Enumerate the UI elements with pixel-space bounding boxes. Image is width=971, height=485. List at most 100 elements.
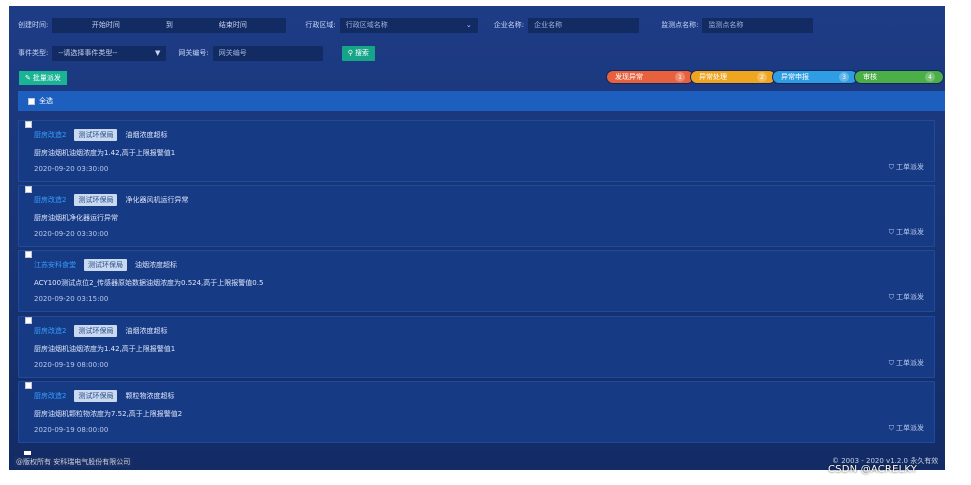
- region-label: 行政区域:: [305, 21, 336, 29]
- company-link[interactable]: 厨房改造2: [34, 326, 66, 336]
- step-label: 发现异常: [615, 73, 643, 81]
- step-label: 异常处理: [699, 73, 727, 81]
- event-time: 2020-09-19 08:00:00: [34, 361, 109, 369]
- agency-tag: 测试环保局: [74, 129, 118, 141]
- dispatch-button[interactable]: ⛉ 工单派发: [889, 162, 924, 172]
- step-found-anomaly[interactable]: 发现异常 1: [606, 70, 694, 84]
- start-time-input[interactable]: 开始时间: [52, 20, 159, 30]
- agency-tag: 测试环保局: [74, 325, 118, 337]
- event-checkbox[interactable]: [25, 317, 32, 324]
- dispatch-button[interactable]: ⛉ 工单派发: [889, 227, 924, 237]
- event-type-select[interactable]: --请选择事件类型-- ▼: [52, 45, 167, 61]
- company-link[interactable]: 厨房改造2: [34, 391, 66, 401]
- event-type: 油烟浓度超标: [125, 327, 168, 335]
- step-number: 1: [675, 72, 685, 82]
- step-number: 4: [925, 72, 935, 82]
- gateway-label: 网关编号:: [178, 49, 209, 57]
- cart-icon: ⛉: [888, 358, 894, 367]
- event-checkbox[interactable]: [25, 121, 32, 128]
- event-time: 2020-09-20 03:30:00: [34, 230, 109, 238]
- watermark: CSDN @ACRELKY: [828, 464, 918, 475]
- company-link[interactable]: 厨房改造2: [34, 195, 66, 205]
- agency-tag: 测试环保局: [74, 194, 118, 206]
- event-card: 厨房改造2 测试环保局 油烟浓度超标 厨房油烟机油烟浓度为1.42,高于上限报警…: [18, 120, 935, 182]
- region-select-value: 行政区域名称: [345, 21, 388, 29]
- event-type: 净化器风机运行异常: [125, 196, 189, 204]
- event-description: 厨房油烟机油烟浓度为1.42,高于上限报警值1: [34, 149, 176, 157]
- step-label: 异常申报: [781, 73, 809, 81]
- date-range-separator: 到: [165, 21, 173, 29]
- batch-dispatch-label: 批量派发: [32, 74, 61, 82]
- chevron-down-icon: ⌄: [465, 21, 472, 29]
- cart-icon: ⛉: [888, 423, 894, 432]
- step-handle-anomaly[interactable]: 异常处理 2: [690, 70, 776, 84]
- create-time-label: 创建时间:: [18, 21, 49, 29]
- company-input[interactable]: 企业名称: [528, 17, 640, 33]
- event-time: 2020-09-20 03:30:00: [34, 165, 109, 173]
- search-button[interactable]: ⚲ 搜索: [341, 45, 375, 61]
- filter-row-2: 事件类型: --请选择事件类型-- ▼ 网关编号: 网关编号 ⚲ 搜索: [18, 43, 375, 63]
- cart-icon: ⛉: [888, 227, 894, 236]
- step-report-anomaly[interactable]: 异常申报 3: [772, 70, 858, 84]
- dispatch-button[interactable]: ⛉ 工单派发: [889, 423, 924, 433]
- select-all-bar: 全选: [18, 91, 945, 111]
- event-description: 厨房油烟机净化器运行异常: [34, 214, 118, 222]
- agency-tag: 测试环保局: [74, 390, 118, 402]
- company-link[interactable]: 厨房改造2: [34, 130, 66, 140]
- event-description: 厨房油烟机颗粒物浓度为7.52,高于上限报警值2: [34, 410, 183, 418]
- event-type: 油烟浓度超标: [135, 261, 177, 269]
- cart-icon: ⛉: [888, 162, 894, 171]
- step-review[interactable]: 审核 4: [854, 70, 944, 84]
- dispatch-label: 工单派发: [896, 293, 924, 301]
- step-number: 2: [757, 72, 767, 82]
- copyright-left: @版权所有 安科瑞电气股份有限公司: [14, 457, 133, 467]
- region-select[interactable]: 行政区域名称 ⌄: [339, 17, 478, 33]
- event-type: 油烟浓度超标: [125, 131, 168, 139]
- date-range-picker[interactable]: 开始时间 到 结束时间: [52, 17, 287, 33]
- next-item-checkbox[interactable]: [24, 451, 31, 455]
- status-steps: 发现异常 1 异常处理 2 异常申报 3 审核 4: [606, 70, 944, 84]
- dispatch-button[interactable]: ⛉ 工单派发: [889, 358, 924, 368]
- filter-row-1: 创建时间: 开始时间 到 结束时间 行政区域: 行政区域名称 ⌄ 企业名称: 企…: [18, 15, 814, 35]
- company-input-placeholder: 企业名称: [534, 21, 563, 29]
- step-number: 3: [839, 72, 849, 82]
- dispatch-button[interactable]: ⛉ 工单派发: [889, 292, 924, 302]
- event-card: 厨房改造2 测试环保局 净化器风机运行异常 厨房油烟机净化器运行异常 2020-…: [18, 185, 935, 247]
- event-checkbox[interactable]: [25, 382, 32, 389]
- select-all-checkbox[interactable]: [28, 97, 35, 105]
- batch-dispatch-button[interactable]: ✎ 批量派发: [19, 71, 67, 85]
- step-label: 审核: [863, 73, 877, 81]
- event-type-select-value: --请选择事件类型--: [58, 49, 118, 57]
- monitor-label: 监测点名称:: [661, 21, 699, 29]
- event-checkbox[interactable]: [25, 186, 32, 193]
- event-type: 颗粒物浓度超标: [125, 392, 175, 400]
- gateway-input[interactable]: 网关编号: [212, 45, 323, 61]
- gateway-input-placeholder: 网关编号: [218, 49, 247, 57]
- end-time-input[interactable]: 结束时间: [179, 20, 286, 30]
- event-checkbox[interactable]: [25, 251, 32, 258]
- search-button-label: 搜索: [354, 49, 369, 57]
- event-card: 厨房改造2 测试环保局 颗粒物浓度超标 厨房油烟机颗粒物浓度为7.52,高于上限…: [18, 381, 935, 443]
- event-description: ACY100测试点位2_传感器原始数据油烟浓度为0.524,高于上限报警值0.5: [34, 279, 264, 287]
- event-description: 厨房油烟机油烟浓度为1.42,高于上限报警值1: [34, 345, 176, 353]
- dispatch-label: 工单派发: [896, 228, 924, 236]
- event-type-label: 事件类型:: [18, 49, 49, 57]
- event-card: 厨房改造2 测试环保局 油烟浓度超标 厨房油烟机油烟浓度为1.42,高于上限报警…: [18, 316, 935, 378]
- select-all-label: 全选: [39, 97, 53, 105]
- event-time: 2020-09-20 03:15:00: [34, 295, 109, 303]
- cart-icon: ⛉: [888, 292, 894, 301]
- company-label: 企业名称:: [493, 21, 525, 29]
- monitor-input[interactable]: 监测点名称: [702, 17, 814, 33]
- pencil-icon: ✎: [25, 74, 31, 82]
- dispatch-label: 工单派发: [896, 163, 924, 171]
- dispatch-label: 工单派发: [896, 359, 924, 367]
- agency-tag: 测试环保局: [84, 259, 127, 271]
- dispatch-label: 工单派发: [896, 424, 924, 432]
- search-icon: ⚲: [347, 49, 353, 57]
- caret-down-icon: ▼: [154, 49, 161, 57]
- app-window: 创建时间: 开始时间 到 结束时间 行政区域: 行政区域名称 ⌄ 企业名称: 企…: [9, 6, 945, 470]
- company-link[interactable]: 江苏安科食堂: [34, 260, 76, 270]
- event-card: 江苏安科食堂 测试环保局 油烟浓度超标 ACY100测试点位2_传感器原始数据油…: [18, 250, 935, 312]
- monitor-input-placeholder: 监测点名称: [708, 21, 744, 29]
- event-time: 2020-09-19 08:00:00: [34, 426, 109, 434]
